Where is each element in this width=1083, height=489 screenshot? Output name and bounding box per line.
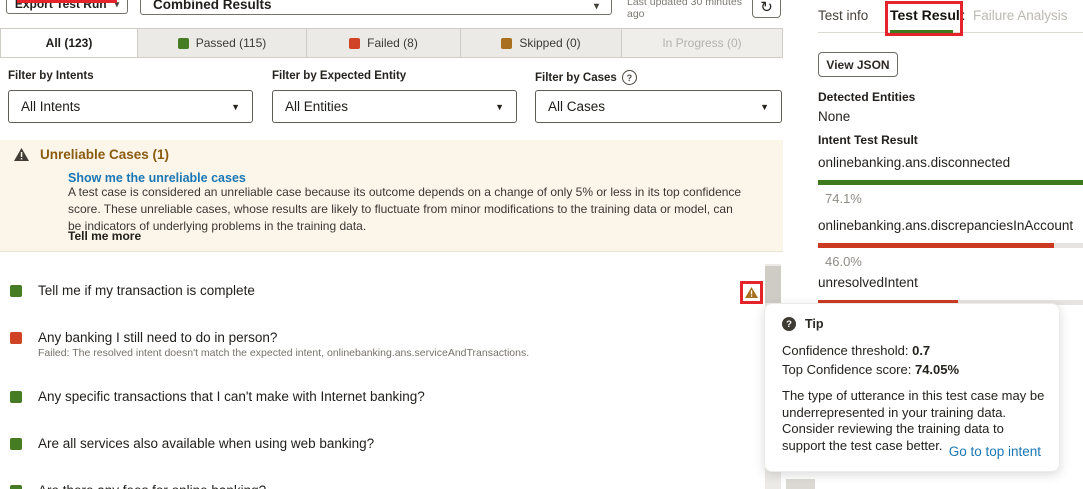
top-confidence-label: Top Confidence score:	[782, 362, 915, 377]
filter-cases-select[interactable]: All Cases ▼	[535, 90, 782, 123]
confidence-threshold-value: 0.7	[912, 343, 930, 358]
test-case-label: Tell me if my transaction is complete	[38, 283, 255, 298]
test-case-label: Are there any fees for online banking?	[38, 483, 266, 489]
annotation-test-result-tab	[885, 1, 963, 36]
status-tab-in-progress: In Progress (0)	[622, 29, 782, 57]
test-results-screen: Export Test Run ▾ Combined Results ▾ Las…	[0, 0, 1083, 489]
tell-me-more-link[interactable]: Tell me more	[68, 229, 141, 243]
chevron-down-icon: ▼	[495, 102, 504, 112]
view-json-button[interactable]: View JSON	[818, 52, 898, 77]
passed-status-square	[10, 391, 22, 403]
status-tab-in-progress-label: In Progress (0)	[662, 36, 741, 50]
refresh-icon: ↻	[760, 0, 773, 16]
confidence-bar	[818, 180, 1083, 185]
skipped-status-square	[501, 38, 512, 49]
intent-name: unresolvedIntent	[818, 274, 1083, 292]
test-case-failure-detail: Failed: The resolved intent doesn't matc…	[38, 347, 529, 359]
filter-entities-select[interactable]: All Entities ▼	[272, 90, 517, 123]
status-tab-skipped[interactable]: Skipped (0)	[461, 29, 622, 57]
status-tab-all-label: All (123)	[46, 36, 93, 50]
intent-result-row: onlinebanking.ans.disconnected 74.1%	[818, 154, 1083, 206]
confidence-score: 74.1%	[825, 191, 1083, 206]
last-updated-text: Last updated 30 minutes ago	[627, 0, 755, 20]
test-case-label: Any banking I still need to do in person…	[38, 330, 277, 345]
tip-header: ? Tip	[782, 317, 1045, 331]
status-tab-failed-label: Failed (8)	[367, 36, 418, 50]
results-type-select[interactable]: Combined Results ▾	[140, 0, 612, 15]
annotation-unreliable-icon	[740, 281, 763, 304]
confidence-score: 46.0%	[825, 254, 1083, 269]
confidence-threshold-label: Confidence threshold:	[782, 343, 912, 358]
detected-entities-label: Detected Entities	[818, 90, 915, 104]
status-tab-passed[interactable]: Passed (115)	[138, 29, 307, 57]
top-confidence-value: 74.05%	[915, 362, 959, 377]
test-case-label: Any specific transactions that I can't m…	[38, 389, 425, 404]
intent-result-row: unresolvedIntent	[818, 274, 1083, 305]
unreliable-warning-icon[interactable]	[745, 287, 758, 298]
annotation-export-button	[17, 0, 117, 3]
test-case-label: Are all services also available when usi…	[38, 436, 374, 451]
chevron-down-icon: ▾	[594, 1, 599, 12]
passed-status-square	[10, 438, 22, 450]
panel-scrollbar-fragment[interactable]	[786, 479, 815, 489]
filter-cases-label: Filter by Cases ?	[535, 70, 637, 85]
top-confidence-line: Top Confidence score: 74.05%	[782, 362, 1045, 378]
status-tab-failed[interactable]: Failed (8)	[307, 29, 461, 57]
unreliable-cases-banner: Unreliable Cases (1) Show me the unrelia…	[0, 140, 783, 252]
chevron-down-icon: ▼	[231, 102, 240, 112]
show-unreliable-cases-link[interactable]: Show me the unreliable cases	[68, 171, 246, 185]
passed-status-square	[178, 38, 189, 49]
intent-name: onlinebanking.ans.discrepanciesInAccount	[818, 217, 1083, 235]
chevron-down-icon: ▼	[760, 102, 769, 112]
confidence-bar-track	[818, 243, 1083, 248]
filter-intents-value: All Intents	[21, 99, 80, 114]
results-type-value: Combined Results	[153, 0, 272, 12]
filter-entities-label: Filter by Expected Entity	[272, 70, 406, 82]
filter-intents-select[interactable]: All Intents ▼	[8, 90, 253, 123]
intent-result-row: onlinebanking.ans.discrepanciesInAccount…	[818, 217, 1083, 269]
tip-tooltip: ? Tip Confidence threshold: 0.7 Top Conf…	[764, 303, 1060, 472]
status-tab-bar: All (123) Passed (115) Failed (8) Skippe…	[0, 28, 783, 58]
passed-status-square	[10, 485, 22, 489]
filter-intents-label: Filter by Intents	[8, 70, 94, 82]
intent-name: onlinebanking.ans.disconnected	[818, 154, 1083, 172]
help-icon[interactable]: ?	[622, 70, 637, 85]
passed-status-square	[10, 285, 22, 297]
filter-entities-value: All Entities	[285, 99, 348, 114]
tab-test-info[interactable]: Test info	[818, 8, 868, 23]
intent-test-result-label: Intent Test Result	[818, 133, 918, 147]
filter-cases-label-text: Filter by Cases	[535, 72, 617, 84]
list-scrollbar-thumb[interactable]	[765, 266, 781, 303]
confidence-bar-track	[818, 180, 1083, 185]
question-circle-icon: ?	[782, 317, 796, 331]
go-to-top-intent-link[interactable]: Go to top intent	[949, 444, 1041, 459]
tab-failure-analysis: Failure Analysis	[973, 8, 1068, 23]
tip-title: Tip	[805, 317, 824, 331]
failed-status-square	[349, 38, 360, 49]
filter-cases-value: All Cases	[548, 99, 605, 114]
status-tab-all[interactable]: All (123)	[1, 29, 138, 57]
confidence-threshold-line: Confidence threshold: 0.7	[782, 343, 1045, 359]
failed-status-square	[10, 332, 22, 344]
refresh-button[interactable]: ↻	[752, 0, 781, 18]
unreliable-cases-title: Unreliable Cases (1)	[40, 147, 169, 162]
unreliable-cases-header: Unreliable Cases (1)	[14, 147, 169, 162]
warning-icon	[14, 148, 29, 161]
unreliable-cases-description: A test case is considered an unreliable …	[68, 184, 748, 234]
status-tab-passed-label: Passed (115)	[196, 36, 266, 50]
detected-entities-value: None	[818, 109, 850, 124]
status-tab-skipped-label: Skipped (0)	[519, 36, 580, 50]
confidence-bar	[818, 243, 1054, 248]
